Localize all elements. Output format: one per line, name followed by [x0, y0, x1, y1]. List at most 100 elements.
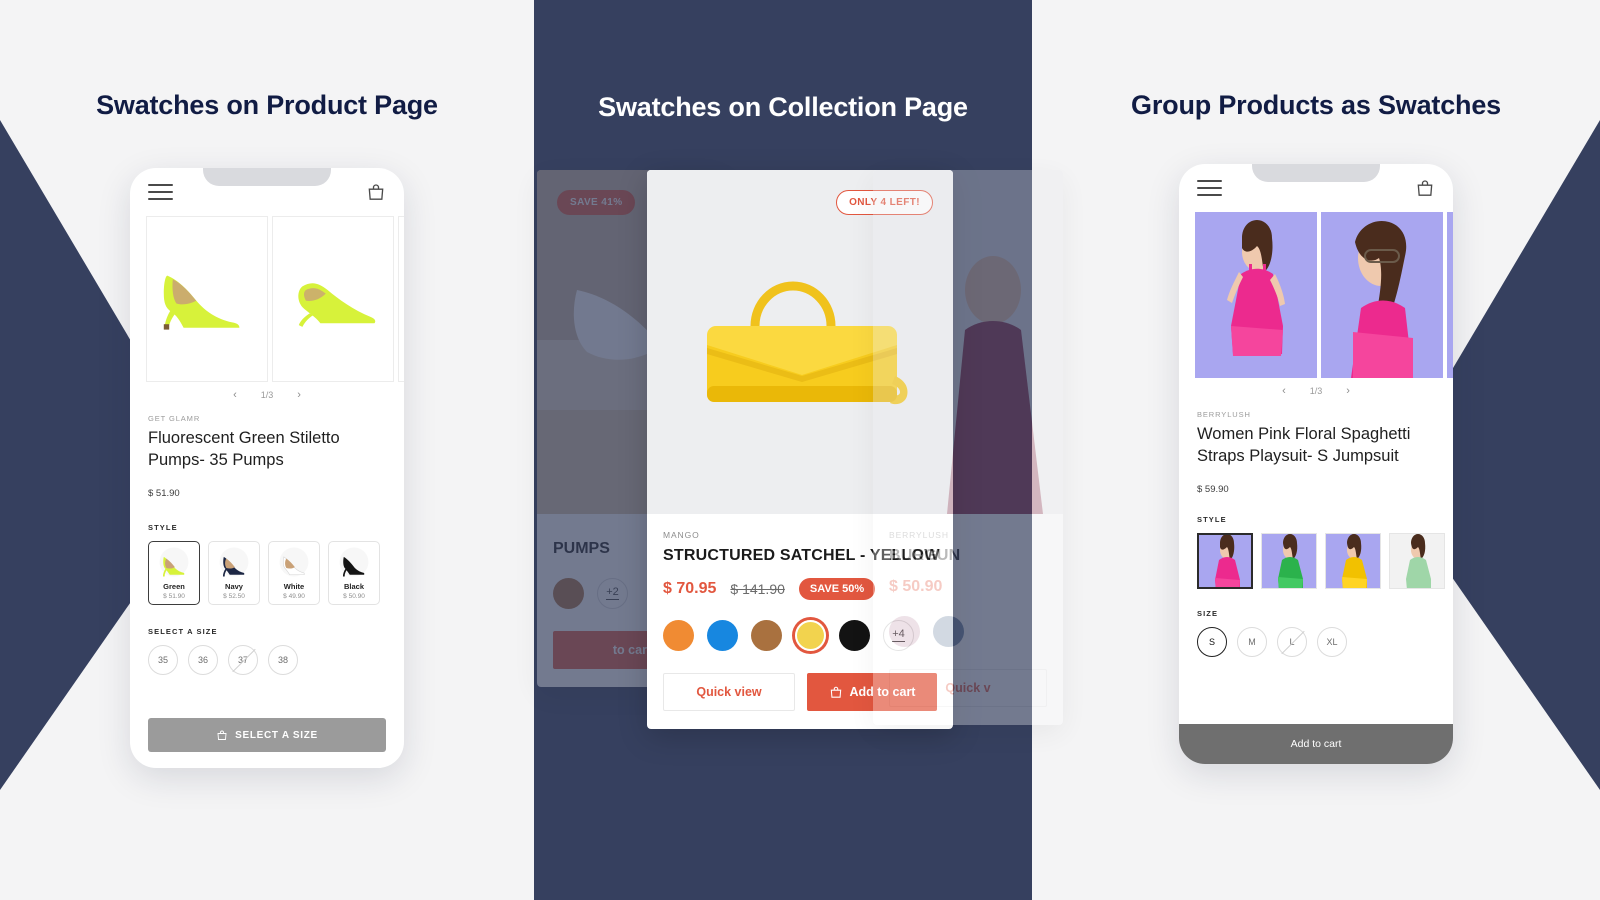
gallery-next-icon[interactable]: ›	[1346, 385, 1350, 397]
style-label: STYLE	[1197, 514, 1227, 524]
hamburger-icon[interactable]	[148, 184, 173, 200]
size-option-35[interactable]: 35	[148, 644, 178, 675]
swatch-thumb-navy	[216, 547, 252, 577]
style-swatch-white[interactable]: White $ 49.90	[268, 540, 320, 605]
product-vendor: GET GLAMR	[148, 414, 201, 423]
size-option-s[interactable]: S	[1197, 626, 1227, 657]
save-badge-main: SAVE 50%	[798, 578, 876, 600]
swatch-thumb-black	[336, 547, 372, 577]
gallery-pagination: ‹ 1/3 ›	[130, 382, 404, 408]
hamburger-icon[interactable]	[1197, 180, 1222, 196]
swatch-row-right	[889, 616, 1047, 647]
gallery-slide[interactable]	[146, 216, 268, 382]
product-gallery[interactable]	[1179, 212, 1453, 378]
style-swatch-yellow[interactable]	[1325, 532, 1381, 589]
color-swatch-yellow[interactable]	[795, 620, 826, 651]
size-selector: S M L XL	[1197, 626, 1435, 657]
size-option-l[interactable]: L	[1277, 626, 1307, 657]
product-title: Women Pink Floral Spaghetti Straps Plays…	[1197, 425, 1411, 465]
save-badge-left: SAVE 41%	[557, 190, 636, 215]
product-title: Fluorescent Green Stiletto Pumps- 35 Pum…	[148, 429, 340, 469]
size-label: SIZE	[1197, 608, 1219, 618]
product-gallery[interactable]	[130, 216, 404, 382]
more-swatches-left[interactable]: +2	[597, 578, 628, 609]
color-swatch[interactable]	[889, 616, 920, 647]
gallery-prev-icon[interactable]: ‹	[233, 389, 237, 401]
shopping-bag-icon	[830, 686, 841, 698]
size-label: SELECT A SIZE	[148, 626, 218, 636]
cta-container: Add to cart	[1179, 724, 1453, 764]
shoe-image-green-1	[163, 275, 240, 330]
color-swatch-brown[interactable]	[751, 620, 782, 651]
column-title-product-page: Swatches on Product Page	[96, 90, 438, 120]
product-vendor: BERRYLUSH	[1197, 410, 1251, 419]
shopping-bag-icon	[217, 730, 227, 740]
gallery-prev-icon[interactable]: ‹	[1282, 385, 1286, 397]
gallery-counter: 1/3	[260, 390, 274, 400]
size-option-xl[interactable]: XL	[1317, 626, 1347, 657]
phone-group-products: ‹ 1/3 › BERRYLUSH Women Pink Floral Spag…	[1179, 164, 1453, 764]
color-swatch-black[interactable]	[839, 620, 870, 651]
compare-price: $ 141.90	[730, 581, 785, 597]
shopping-bag-icon[interactable]	[1415, 178, 1435, 199]
style-swatch-green[interactable]	[1261, 532, 1317, 589]
size-option-38[interactable]: 38	[268, 644, 298, 675]
column-product-page: Swatches on Product Page ‹ 1/3 › GET GLA…	[0, 0, 534, 900]
pink-playsuit-photo-1	[1195, 212, 1317, 378]
gallery-slide[interactable]	[1447, 212, 1453, 378]
gallery-next-icon[interactable]: ›	[297, 389, 301, 401]
style-swatch-row	[1197, 532, 1445, 589]
gallery-slide[interactable]	[272, 216, 394, 382]
pink-playsuit-photo-2	[1321, 212, 1443, 378]
column-title-group-products: Group Products as Swatches	[1131, 90, 1501, 120]
swatch-thumb-yellow	[1326, 533, 1380, 588]
card-price-row-right: $ 50.90	[889, 578, 1047, 596]
swatch-price: $ 50.90	[343, 592, 365, 600]
style-swatch-pink[interactable]	[1197, 532, 1253, 589]
quick-view-button-right[interactable]: Quick v	[889, 669, 1047, 707]
color-swatch[interactable]	[553, 578, 584, 609]
phone-notch	[1252, 164, 1380, 182]
gallery-slide[interactable]	[1321, 212, 1443, 378]
column-title-collection-page: Swatches on Collection Page	[598, 92, 968, 122]
size-option-37[interactable]: 37	[228, 644, 258, 675]
swatch-thumb-white	[276, 547, 312, 577]
collection-card-carousel: SAVE 41% PUMPS +2 to cart ONLY MANGO STR…	[537, 170, 1063, 729]
style-swatch-light-green[interactable]	[1389, 532, 1445, 589]
style-label: STYLE	[148, 522, 178, 532]
style-swatch-navy[interactable]: Navy $ 52.50	[208, 540, 260, 605]
swatch-name: Navy	[225, 581, 243, 591]
color-swatch-orange[interactable]	[663, 620, 694, 651]
phone-product-page: ‹ 1/3 › GET GLAMR Fluorescent Green Stil…	[130, 168, 404, 768]
shopping-bag-icon[interactable]	[366, 182, 386, 203]
quick-view-button[interactable]: Quick view	[663, 673, 795, 711]
gallery-slide[interactable]	[398, 216, 404, 382]
phone-notch	[203, 168, 331, 186]
swatch-price: $ 52.50	[223, 592, 245, 600]
page-root: Swatches on Product Page ‹ 1/3 › GET GLA…	[0, 0, 1600, 900]
product-info: GET GLAMR Fluorescent Green Stiletto Pum…	[130, 408, 404, 718]
size-option-36[interactable]: 36	[188, 644, 218, 675]
product-price: $ 59.90	[1197, 483, 1229, 495]
style-swatch-row: Green $ 51.90 Navy $ 52.50 White $ 49.90…	[148, 540, 386, 605]
shoe-image-green-2	[298, 283, 376, 327]
gallery-pagination: ‹ 1/3 ›	[1179, 378, 1453, 404]
card-title-right: BURGUN	[889, 547, 961, 564]
gallery-slide[interactable]	[1195, 212, 1317, 378]
color-swatch-blue[interactable]	[707, 620, 738, 651]
sale-price: $ 50.90	[889, 578, 943, 595]
style-swatch-green[interactable]: Green $ 51.90	[148, 540, 200, 605]
add-to-cart-button[interactable]: Add to cart	[1179, 724, 1453, 764]
swatch-name: White	[283, 581, 305, 591]
swatch-thumb-green	[156, 547, 192, 577]
swatch-price: $ 49.90	[283, 592, 305, 600]
size-option-m[interactable]: M	[1237, 626, 1267, 657]
cta-container: SELECT A SIZE	[130, 718, 404, 768]
gallery-counter: 1/3	[1309, 386, 1323, 396]
color-swatch[interactable]	[933, 616, 964, 647]
product-info: BERRYLUSH Women Pink Floral Spaghetti St…	[1179, 404, 1453, 724]
card-vendor-right: BERRYLUSH	[889, 530, 949, 540]
style-swatch-black[interactable]: Black $ 50.90	[328, 540, 380, 605]
select-a-size-button[interactable]: SELECT A SIZE	[148, 718, 386, 752]
swatch-thumb-light-green	[1390, 533, 1444, 588]
